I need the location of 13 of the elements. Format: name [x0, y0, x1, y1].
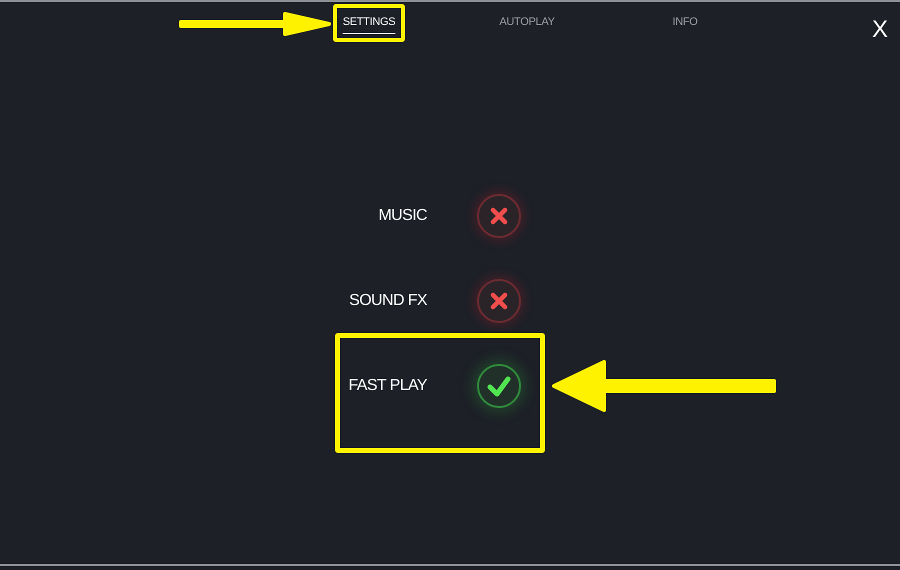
tab[interactable]: INFO: [662, 4, 708, 42]
close-button[interactable]: X: [868, 16, 892, 44]
toggle-button[interactable]: [477, 194, 521, 238]
setting-label: MUSIC: [377, 206, 427, 224]
tab[interactable]: AUTOPLAY: [489, 4, 565, 42]
setting-label: SOUND FX: [348, 292, 427, 310]
cross-icon: [489, 206, 509, 226]
cross-icon: [489, 290, 509, 310]
tab[interactable]: SETTINGS: [332, 4, 406, 42]
toggle-button[interactable]: [477, 364, 521, 408]
toggle-button[interactable]: [477, 278, 521, 322]
check-icon: [487, 374, 511, 398]
setting-label: FAST PLAY: [348, 376, 427, 394]
